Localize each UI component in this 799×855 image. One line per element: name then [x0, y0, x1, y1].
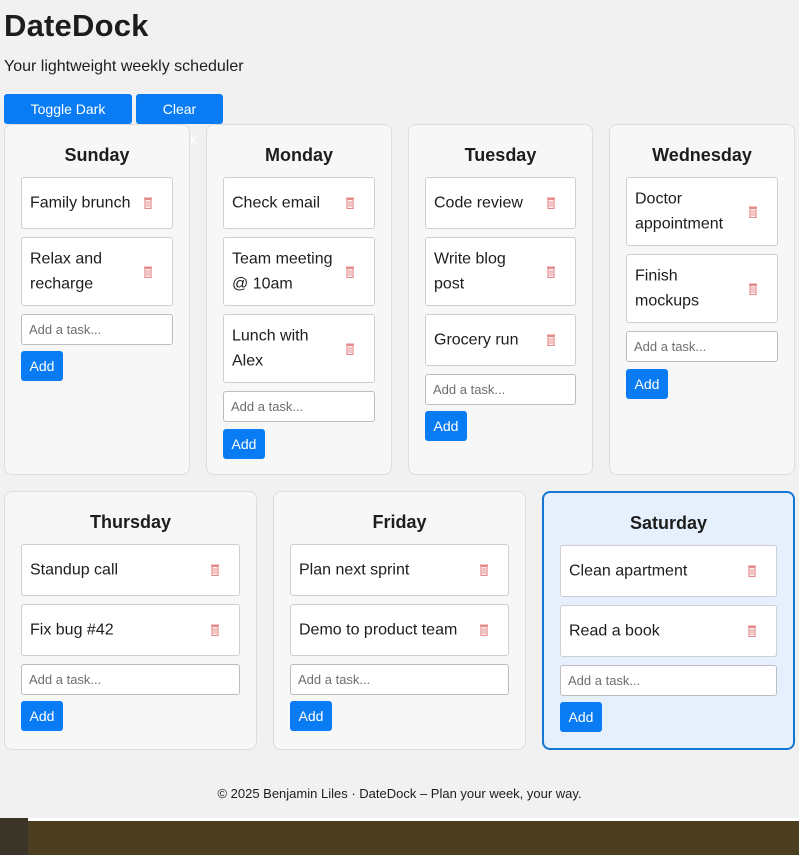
add-task-input[interactable]: [21, 664, 240, 695]
trash-icon[interactable]: [747, 625, 757, 637]
add-task-button[interactable]: Add: [223, 429, 265, 459]
task-item: Family brunch: [21, 177, 173, 229]
task-item: Demo to product team: [290, 604, 509, 656]
task-item: Code review: [425, 177, 576, 229]
day-card-saturday: Saturday Clean apartment Read a book Add: [542, 491, 795, 750]
day-card-tuesday: Tuesday Code review Write blog post Groc…: [408, 124, 593, 475]
task-item: Lunch with Alex: [223, 314, 375, 383]
footer-text: © 2025 Benjamin Liles · DateDock – Plan …: [217, 786, 582, 801]
clear-week-button[interactable]: Clear Week: [136, 94, 223, 147]
add-task-input[interactable]: [560, 665, 777, 696]
task-text: Relax and recharge: [30, 250, 103, 293]
add-task-input[interactable]: [626, 331, 778, 362]
day-name: Sunday: [64, 145, 130, 165]
trash-icon[interactable]: [143, 197, 153, 209]
add-task-button[interactable]: Add: [21, 351, 63, 381]
trash-icon[interactable]: [210, 564, 220, 576]
task-text: Demo to product team: [299, 621, 458, 639]
task-text: Plan next sprint: [299, 561, 410, 579]
add-task-button[interactable]: Add: [560, 702, 602, 732]
task-item: Doctor appointment: [626, 177, 778, 246]
day-card-monday: Monday Check email Team meeting @ 10am L…: [206, 124, 392, 475]
task-text: Doctor appointment: [635, 190, 724, 233]
task-item: Relax and recharge: [21, 237, 173, 306]
task-item: Write blog post: [425, 237, 576, 306]
add-task-button[interactable]: Add: [626, 369, 668, 399]
day-name: Wednesday: [652, 145, 752, 165]
add-task-button[interactable]: Add: [425, 411, 467, 441]
page: DateDock Your lightweight weekly schedul…: [0, 0, 799, 818]
task-item: Read a book: [560, 605, 777, 657]
day-card-sunday: Sunday Family brunch Relax and recharge …: [4, 124, 190, 475]
task-text: Read a book: [569, 622, 660, 640]
task-item: Grocery run: [425, 314, 576, 366]
task-text: Standup call: [30, 561, 119, 579]
task-item: Check email: [223, 177, 375, 229]
trash-icon[interactable]: [546, 197, 556, 209]
trash-icon[interactable]: [143, 266, 153, 278]
task-text: Clean apartment: [569, 562, 688, 580]
task-text: Grocery run: [434, 331, 519, 349]
task-text: Write blog post: [434, 250, 506, 293]
trash-icon[interactable]: [546, 266, 556, 278]
trash-icon[interactable]: [479, 564, 489, 576]
task-text: Fix bug #42: [30, 621, 114, 639]
trash-icon[interactable]: [747, 565, 757, 577]
add-task-button[interactable]: Add: [290, 701, 332, 731]
trash-icon[interactable]: [210, 624, 220, 636]
app-subtitle: Your lightweight weekly scheduler: [4, 58, 244, 75]
window-edge: [28, 818, 799, 821]
add-task-input[interactable]: [223, 391, 375, 422]
trash-icon[interactable]: [345, 343, 355, 355]
task-item: Plan next sprint: [290, 544, 509, 596]
toggle-dark-mode-button[interactable]: Toggle Dark Mode: [4, 94, 132, 147]
task-text: Family brunch: [30, 194, 131, 212]
day-card-friday: Friday Plan next sprint Demo to product …: [273, 491, 526, 750]
task-text: Code review: [434, 194, 523, 212]
task-item: Standup call: [21, 544, 240, 596]
day-name: Thursday: [89, 512, 172, 532]
desktop-edge: [0, 818, 28, 855]
trash-icon[interactable]: [748, 206, 758, 218]
day-name: Tuesday: [464, 145, 537, 165]
task-text: Lunch with Alex: [232, 327, 309, 370]
day-name: Saturday: [629, 513, 708, 533]
app-title: DateDock: [4, 8, 149, 43]
task-item: Team meeting @ 10am: [223, 237, 375, 306]
trash-icon[interactable]: [479, 624, 489, 636]
trash-icon[interactable]: [345, 197, 355, 209]
task-item: Finish mockups: [626, 254, 778, 323]
day-name: Monday: [264, 145, 333, 165]
task-item: Clean apartment: [560, 545, 777, 597]
task-text: Team meeting @ 10am: [232, 250, 333, 293]
day-card-wednesday: Wednesday Doctor appointment Finish mock…: [609, 124, 795, 475]
add-task-input[interactable]: [425, 374, 576, 405]
add-task-button[interactable]: Add: [21, 701, 63, 731]
desktop-background-strip: [0, 818, 799, 855]
trash-icon[interactable]: [546, 334, 556, 346]
trash-icon[interactable]: [345, 266, 355, 278]
task-text: Check email: [232, 194, 321, 212]
day-card-thursday: Thursday Standup call Fix bug #42 Add: [4, 491, 257, 750]
add-task-input[interactable]: [290, 664, 509, 695]
add-task-input[interactable]: [21, 314, 173, 345]
task-item: Fix bug #42: [21, 604, 240, 656]
trash-icon[interactable]: [748, 283, 758, 295]
day-name: Friday: [372, 512, 427, 532]
task-text: Finish mockups: [635, 267, 700, 310]
